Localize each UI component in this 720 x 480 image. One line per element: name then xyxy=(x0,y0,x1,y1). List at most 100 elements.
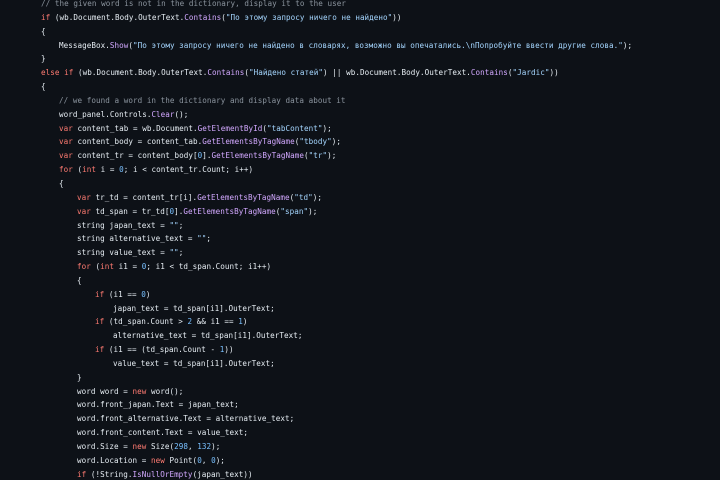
code-line[interactable]: var content_tab = wb.Document.GetElement… xyxy=(41,122,632,136)
code-token-plain: ; i < content_tr.Count; i++) xyxy=(123,165,254,175)
code-token-plain: { xyxy=(41,26,46,36)
code-token-plain: ); xyxy=(622,40,633,50)
code-line[interactable]: var td_span = tr_td[0].GetElementsByTagN… xyxy=(41,205,632,219)
code-token-plain: td_span = tr_td[ xyxy=(90,206,170,216)
code-line[interactable]: var content_body = content_tab.GetElemen… xyxy=(41,135,632,149)
code-token-method: Show xyxy=(109,40,129,50)
code-line[interactable]: for (int i1 = 0; i1 < td_span.Count; i1+… xyxy=(41,260,632,274)
code-line[interactable]: word.front_content.Text = value_text; xyxy=(41,426,632,440)
code-line[interactable]: alternative_text = td_span[i1].OuterText… xyxy=(41,329,632,343)
code-token-plain: word.front_japan.Text = japan_text; xyxy=(77,400,239,410)
code-line[interactable]: value_text = td_span[i1].OuterText; xyxy=(41,357,632,371)
code-token-keyword: int xyxy=(82,165,96,175)
code-token-string: "По этому запросу ничего не найдено" xyxy=(225,12,393,22)
code-line[interactable]: { xyxy=(41,274,632,288)
code-token-plain: MessageBox. xyxy=(59,40,110,50)
code-token-plain: word.front_alternative.Text = alternativ… xyxy=(77,414,295,424)
code-token-plain: )) xyxy=(549,68,559,78)
code-line[interactable]: // the given word is not in the dictiona… xyxy=(41,0,632,11)
code-token-plain: word(); xyxy=(146,386,184,396)
code-token-plain: ( xyxy=(90,262,101,272)
code-token-comment: // we found a word in the dictionary and… xyxy=(59,95,346,105)
code-token-method: Contains xyxy=(207,68,245,78)
code-token-number: 298 xyxy=(174,442,188,451)
code-token-method: Contains xyxy=(184,12,222,22)
code-block: // the given word is not in the dictiona… xyxy=(41,0,632,480)
code-token-string: "По этому запросу ничего не найдено в сл… xyxy=(132,40,623,50)
code-line[interactable]: if (i1 == 0) xyxy=(41,288,632,302)
code-token-plain: ); xyxy=(308,206,318,216)
code-token-keyword: if xyxy=(95,289,105,299)
code-line[interactable]: word.Size = new Size(298, 132); xyxy=(41,440,632,454)
code-token-keyword: var xyxy=(77,192,91,202)
code-line[interactable]: if (wb.Document.Body.OuterText.Contains(… xyxy=(41,11,632,25)
code-token-method: GetElementsByTagName xyxy=(202,137,295,147)
code-token-plain: word.front_content.Text = value_text; xyxy=(77,428,249,438)
code-token-plain: ; xyxy=(206,234,212,244)
code-token-plain: ( xyxy=(72,165,83,175)
code-line[interactable]: word_panel.Controls.Clear(); xyxy=(41,108,632,122)
code-token-keyword: int xyxy=(100,262,114,272)
code-line[interactable]: if (!String.IsNullOrEmpty(japan_text)) xyxy=(41,468,632,480)
code-token-plain: ); xyxy=(211,442,221,451)
code-line[interactable]: { xyxy=(41,177,632,191)
code-line[interactable]: word.Location = new Point(0, 0); xyxy=(41,454,632,468)
code-token-number: 132 xyxy=(197,442,212,451)
code-token-string: "" xyxy=(169,220,179,230)
code-token-plain: i = xyxy=(96,165,120,175)
code-token-string: "" xyxy=(169,248,179,258)
code-line[interactable]: japan_text = td_span[i1].OuterText; xyxy=(41,302,632,316)
code-token-keyword: new xyxy=(132,442,147,451)
code-token-plain: { xyxy=(77,275,82,285)
code-line[interactable]: if (i1 == (td_span.Count - 1)) xyxy=(41,343,632,357)
code-token-method: GetElementById xyxy=(197,123,263,133)
code-line[interactable]: var tr_td = content_tr[i].GetElementsByT… xyxy=(41,191,632,205)
code-token-keyword: else if xyxy=(41,68,74,78)
code-line[interactable]: word.front_japan.Text = japan_text; xyxy=(41,398,632,412)
code-token-plain: { xyxy=(41,82,46,92)
code-line[interactable]: if (td_span.Count > 2 && i1 == 1) xyxy=(41,315,632,329)
code-token-plain: (!String. xyxy=(86,469,133,479)
code-line[interactable]: { xyxy=(41,80,632,94)
code-token-method: GetElementsByTagName xyxy=(211,151,304,161)
code-token-plain: (japan_text)) xyxy=(192,469,253,479)
code-line[interactable]: else if (wb.Document.Body.OuterText.Cont… xyxy=(41,66,632,80)
code-token-plain: ; i1 < td_span.Count; i1++) xyxy=(146,262,272,272)
code-line[interactable]: } xyxy=(41,371,632,385)
code-line[interactable]: word.front_alternative.Text = alternativ… xyxy=(41,412,632,426)
code-token-plain: ); xyxy=(215,455,225,465)
code-token-plain: )) xyxy=(392,12,402,22)
code-line[interactable]: MessageBox.Show("По этому запросу ничего… xyxy=(41,39,632,53)
code-editor[interactable]: // the given word is not in the dictiona… xyxy=(0,0,720,480)
code-token-plain: ); xyxy=(312,192,322,202)
code-token-string: "tr" xyxy=(308,151,328,161)
code-token-plain: , xyxy=(187,442,198,451)
code-line[interactable]: for (int i = 0; i < content_tr.Count; i+… xyxy=(41,163,632,177)
code-line[interactable]: word word = new word(); xyxy=(41,385,632,399)
code-token-method: GetElementsByTagName xyxy=(197,192,290,202)
code-line[interactable]: } xyxy=(41,52,632,66)
code-token-method: IsNullOrEmpty xyxy=(132,469,193,479)
code-token-plain: , xyxy=(201,455,212,465)
code-token-plain: word_panel.Controls. xyxy=(59,109,152,119)
code-token-plain: content_tr = content_body[ xyxy=(72,151,198,161)
code-line[interactable]: var content_tr = content_body[0].GetElem… xyxy=(41,149,632,163)
code-line[interactable]: string japan_text = ""; xyxy=(41,219,632,233)
code-token-plain: word.Size = xyxy=(77,442,133,451)
code-token-keyword: var xyxy=(59,151,73,161)
code-token-keyword: for xyxy=(59,165,73,175)
code-token-plain: ) xyxy=(242,317,248,327)
code-line[interactable]: string value_text = ""; xyxy=(41,246,632,260)
code-token-keyword: if xyxy=(41,12,51,22)
code-line[interactable]: // we found a word in the dictionary and… xyxy=(41,94,632,108)
code-token-keyword: var xyxy=(77,206,91,216)
code-token-plain: word word = xyxy=(77,386,133,396)
code-token-plain: i1 = xyxy=(114,262,142,272)
code-token-plain: ) || wb.Document.Body.OuterText. xyxy=(322,68,471,78)
code-line[interactable]: { xyxy=(41,25,632,39)
code-token-plain: content_body = content_tab. xyxy=(72,137,203,147)
code-token-method: Clear xyxy=(151,109,175,119)
code-line[interactable]: string alternative_text = ""; xyxy=(41,232,632,246)
code-token-plain: word.Location = xyxy=(77,455,151,465)
code-token-string: "tbody" xyxy=(299,137,332,147)
